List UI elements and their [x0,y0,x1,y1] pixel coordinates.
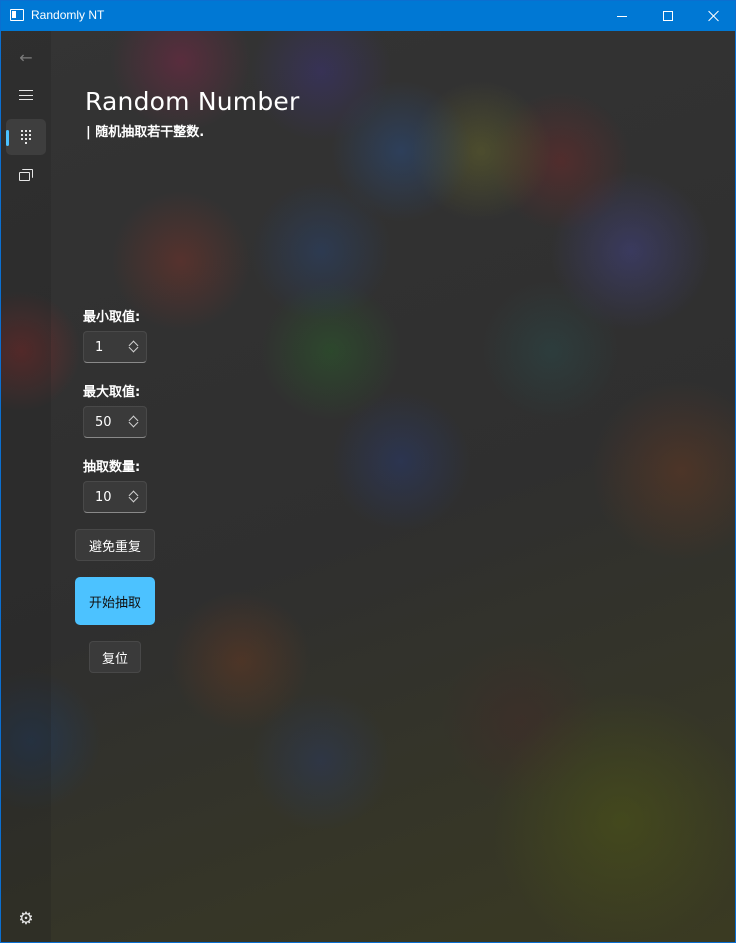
min-value-label: 最小取值: [83,310,141,325]
nav-item-random-number[interactable] [6,119,46,155]
menu-toggle-button[interactable] [6,77,46,113]
hamburger-icon [19,90,33,101]
close-button[interactable] [691,1,735,31]
max-value-numberbox[interactable]: 50 [83,406,147,438]
maximize-icon [663,11,673,21]
app-window: Randomly NT ← ⚙ Random Number | 随机抽取若干整数… [0,0,736,943]
minimize-button[interactable] [599,1,645,31]
page-title: Random Number [85,87,300,116]
window-title: Randomly NT [31,8,105,22]
stacked-windows-icon [19,168,33,182]
spin-icon[interactable] [128,339,140,355]
gear-icon: ⚙ [18,908,34,929]
minimize-icon [617,15,627,17]
nav-item-settings[interactable]: ⚙ [6,901,46,937]
max-value-text: 50 [95,415,112,430]
title-bar[interactable]: Randomly NT [1,1,735,31]
max-value-label: 最大取值: [83,385,141,400]
app-icon [10,9,24,21]
page-subtitle: | 随机抽取若干整数. [86,125,205,140]
maximize-button[interactable] [645,1,691,31]
navigation-pane: ← ⚙ [1,31,51,942]
selection-indicator [6,130,9,146]
count-value-text: 10 [95,490,112,505]
spin-icon[interactable] [128,414,140,430]
min-value-numberbox[interactable]: 1 [83,331,147,363]
count-numberbox[interactable]: 10 [83,481,147,513]
dot-grid-icon [21,130,31,144]
arrow-left-icon: ← [19,47,33,67]
avoid-repeat-toggle[interactable]: 避免重复 [75,529,155,561]
nav-item-list[interactable] [6,157,46,193]
spin-icon[interactable] [128,489,140,505]
close-icon [708,10,720,22]
back-button[interactable]: ← [6,39,46,75]
min-value-text: 1 [95,340,104,355]
reset-button[interactable]: 复位 [89,641,141,673]
count-label: 抽取数量: [83,460,141,475]
start-draw-button[interactable]: 开始抽取 [75,577,155,625]
